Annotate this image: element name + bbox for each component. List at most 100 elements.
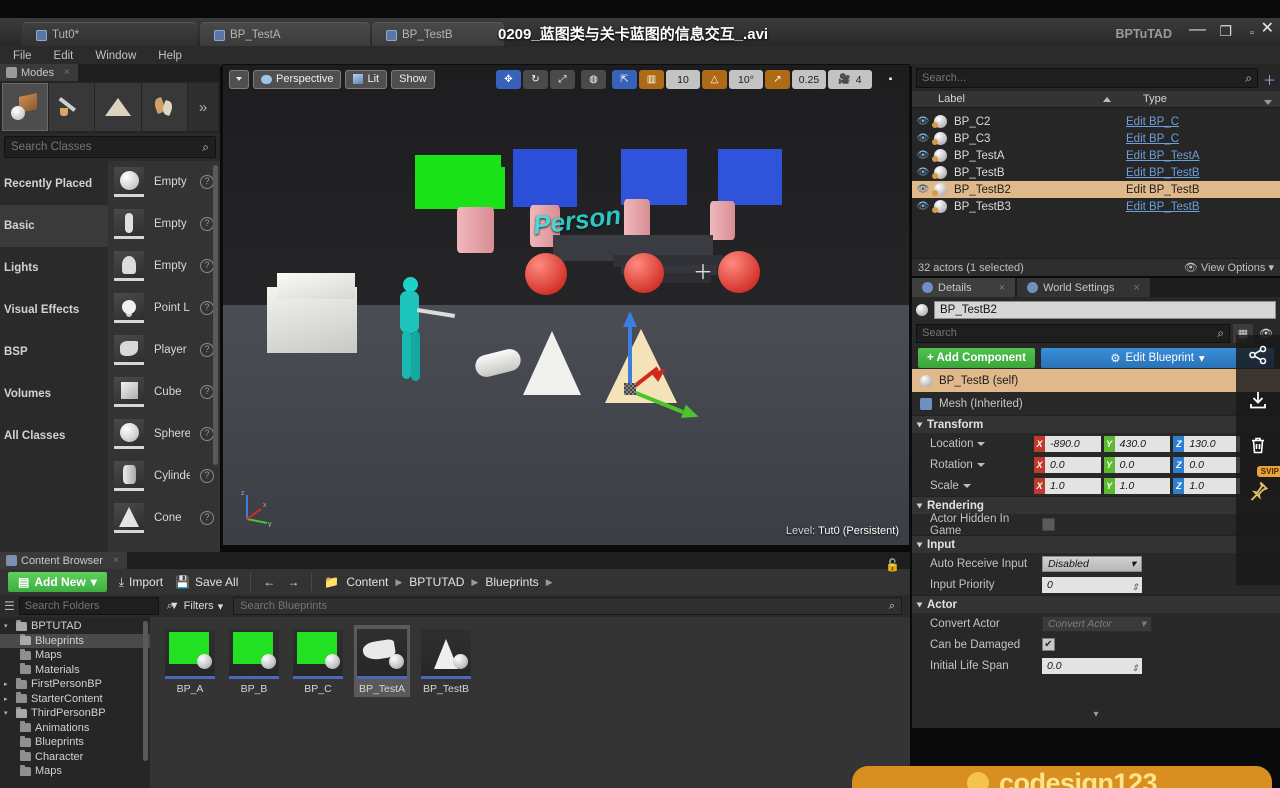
stepper-icon[interactable]: ⇕ xyxy=(1131,660,1139,676)
tab-world-settings[interactable]: World Settings × xyxy=(1017,278,1150,297)
show-menu-button[interactable]: Show xyxy=(391,70,435,89)
outliner-search-row[interactable]: ⌕ xyxy=(916,68,1258,88)
save-all-button[interactable]: 💾 Save All xyxy=(175,575,238,589)
tree-node[interactable]: Blueprints xyxy=(0,735,150,750)
list-item[interactable]: Empty ? xyxy=(108,203,220,245)
location-y-field[interactable]: Y 430.0 xyxy=(1104,436,1171,452)
scale-y-field[interactable]: Y 1.0 xyxy=(1104,478,1171,494)
back-button[interactable]: ← xyxy=(263,575,275,589)
share-icon[interactable] xyxy=(1248,345,1268,370)
download-icon[interactable] xyxy=(1248,390,1268,415)
visibility-eye-icon[interactable]: 👁 xyxy=(912,150,934,161)
rotation-z-field[interactable]: Z 0.0 xyxy=(1173,457,1240,473)
tab-bp-testa[interactable]: BP_TestA xyxy=(200,22,370,48)
actor-type-link[interactable]: Edit BP_TestB xyxy=(1126,184,1200,196)
table-row[interactable]: 👁 BP_TestB3 Edit BP_TestB xyxy=(912,198,1280,215)
table-row[interactable]: 👁 BP_C3 Edit BP_C xyxy=(912,130,1280,147)
convert-actor-dropdown[interactable]: Convert Actor ▾ xyxy=(1042,616,1152,632)
actor-name-input[interactable] xyxy=(934,301,1276,319)
visibility-eye-icon[interactable]: 👁 xyxy=(912,201,934,212)
help-icon[interactable]: ? xyxy=(200,301,214,315)
column-header-type[interactable]: Type xyxy=(1143,93,1167,105)
minimize-button[interactable]: — xyxy=(1189,22,1206,36)
visibility-eye-icon[interactable]: 👁 xyxy=(912,184,934,195)
tree-node[interactable]: Maps xyxy=(0,648,150,663)
visibility-eye-icon[interactable]: 👁 xyxy=(912,133,934,144)
can-be-damaged-checkbox[interactable] xyxy=(1042,638,1055,651)
category-bsp[interactable]: BSP xyxy=(0,331,108,373)
maximize-viewport-button[interactable]: ▪ xyxy=(878,70,903,89)
list-item[interactable]: Cube ? xyxy=(108,371,220,413)
outliner-search-input[interactable] xyxy=(922,72,1245,84)
asset-search-row[interactable]: ⌕ xyxy=(233,597,902,615)
tree-node[interactable]: ▸ StarterContent xyxy=(0,692,150,707)
category-recently-placed[interactable]: Recently Placed xyxy=(0,163,108,205)
tree-node[interactable]: Animations xyxy=(0,721,150,736)
scale-tool[interactable]: ⤢ xyxy=(550,70,575,89)
camera-speed-control[interactable]: 🎥 4 xyxy=(828,70,872,89)
expand-arrow-icon[interactable]: ▸ xyxy=(4,695,12,703)
search-classes-input[interactable] xyxy=(11,141,202,153)
import-button[interactable]: ⤓ Import xyxy=(119,575,163,590)
rotation-y-field[interactable]: Y 0.0 xyxy=(1104,457,1171,473)
help-icon[interactable]: ? xyxy=(200,217,214,231)
view-options-button[interactable]: 👁 View Options ▾ xyxy=(1184,261,1274,274)
placement-scrollbar[interactable] xyxy=(213,165,218,465)
component-item-mesh[interactable]: Mesh (Inherited) xyxy=(912,392,1280,415)
auto-receive-input-dropdown[interactable]: Disabled ▾ xyxy=(1042,556,1142,572)
column-header-label[interactable]: Label xyxy=(938,93,965,105)
lock-icon[interactable]: 🔓 xyxy=(885,558,900,572)
menu-help[interactable]: Help xyxy=(147,48,193,64)
category-all-classes[interactable]: All Classes xyxy=(0,415,108,457)
menu-file[interactable]: File xyxy=(2,48,43,64)
help-icon[interactable]: ? xyxy=(200,385,214,399)
breadcrumb-blueprints[interactable]: Blueprints xyxy=(485,575,538,589)
asset-item[interactable]: BP_C xyxy=(290,625,346,697)
location-x-field[interactable]: X -890.0 xyxy=(1034,436,1101,452)
maximize-button[interactable]: ▫ xyxy=(1250,26,1254,40)
tree-scrollbar[interactable] xyxy=(143,621,148,761)
actor-type-link[interactable]: Edit BP_TestB xyxy=(1126,201,1200,213)
input-priority-field[interactable]: 0 ⇕ xyxy=(1042,577,1142,593)
asset-item-selected[interactable]: BP_TestA xyxy=(354,625,410,697)
sources-panel-toggle[interactable]: ☰ xyxy=(4,599,15,613)
component-item-self[interactable]: BP_TestB (self) xyxy=(912,369,1280,392)
tree-node[interactable]: ▾ BPTUTAD xyxy=(0,619,150,634)
chevron-down-icon[interactable] xyxy=(977,463,985,467)
tree-node[interactable]: Materials xyxy=(0,663,150,678)
expand-arrow-icon[interactable]: ▾ xyxy=(4,622,12,630)
chevron-down-icon[interactable] xyxy=(963,484,971,488)
category-basic[interactable]: Basic xyxy=(0,205,108,247)
menu-edit[interactable]: Edit xyxy=(43,48,85,64)
folder-search-input[interactable] xyxy=(25,600,167,612)
help-icon[interactable]: ? xyxy=(200,469,214,483)
table-row[interactable]: 👁 BP_TestB Edit BP_TestB xyxy=(912,164,1280,181)
close-icon[interactable]: × xyxy=(1133,282,1139,294)
menu-window[interactable]: Window xyxy=(84,48,147,64)
surface-snap-toggle[interactable]: ⇱ xyxy=(612,70,637,89)
delete-icon[interactable] xyxy=(1248,435,1268,460)
scale-z-field[interactable]: Z 1.0 xyxy=(1173,478,1240,494)
forward-button[interactable]: → xyxy=(287,575,299,589)
lighting-mode-button[interactable]: Lit xyxy=(345,70,387,89)
list-item[interactable]: Point L ? xyxy=(108,287,220,329)
close-icon[interactable]: × xyxy=(113,555,119,566)
close-icon[interactable]: × xyxy=(64,67,70,78)
view-mode-button[interactable]: Perspective xyxy=(253,70,341,89)
scale-snap-value[interactable]: 0.25 xyxy=(792,70,826,89)
category-visual-effects[interactable]: Visual Effects xyxy=(0,289,108,331)
details-search-input[interactable] xyxy=(922,327,1217,339)
help-icon[interactable]: ? xyxy=(200,343,214,357)
section-transform-header[interactable]: Transform xyxy=(912,415,1280,433)
asset-item[interactable]: BP_TestB xyxy=(418,625,474,697)
add-component-button[interactable]: + Add Component xyxy=(918,348,1035,368)
help-icon[interactable]: ? xyxy=(200,427,214,441)
tab-level-tut0[interactable]: Tut0* xyxy=(22,22,197,48)
visibility-eye-icon[interactable]: 👁 xyxy=(912,116,934,127)
section-input-header[interactable]: Input xyxy=(912,535,1280,553)
gizmo-z-axis[interactable] xyxy=(628,319,632,393)
list-item[interactable]: Player ? xyxy=(108,329,220,371)
chevron-down-icon[interactable] xyxy=(1264,100,1272,105)
foliage-mode-button[interactable] xyxy=(142,83,188,131)
restore-button[interactable]: ❐ xyxy=(1219,24,1232,38)
